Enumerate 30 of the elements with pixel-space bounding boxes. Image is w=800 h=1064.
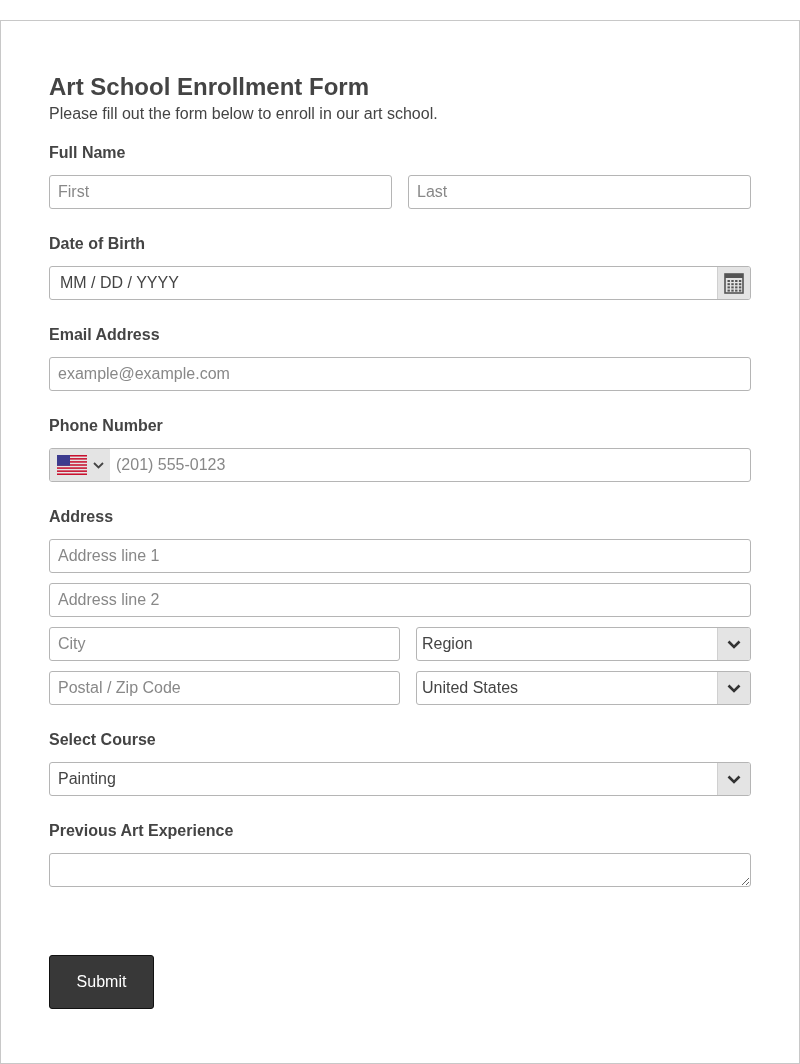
chevron-down-icon	[727, 774, 741, 784]
dropdown-value: Region	[421, 634, 474, 654]
field-label: Phone Number	[49, 416, 163, 436]
text-field[interactable]: Postal / Zip Code	[49, 671, 400, 705]
text-field[interactable]: First	[49, 175, 392, 209]
field-label: Previous Art Experience	[49, 821, 234, 841]
form-title: Art School Enrollment Form	[49, 73, 370, 101]
calendar-icon	[724, 272, 744, 294]
field-label: Address	[49, 507, 114, 527]
field-label: Full Name	[49, 143, 126, 163]
text-field[interactable]: Address line 1	[49, 539, 751, 573]
country-picker[interactable]	[50, 449, 110, 481]
chevron-down-icon	[727, 639, 741, 649]
field-label: Select Course	[49, 730, 156, 750]
dropdown[interactable]: Region	[416, 627, 751, 661]
field-label: Email Address	[49, 325, 160, 345]
field-label: Date of Birth	[49, 234, 145, 254]
submit-button[interactable]: Submit	[49, 955, 154, 1009]
chevron-down-icon	[92, 461, 104, 469]
form-description: Please fill out the form below to enroll in our art school.	[49, 104, 439, 124]
text-field[interactable]: Last	[408, 175, 751, 209]
dropdown[interactable]: United States	[416, 671, 751, 705]
text-field[interactable]: Address line 2	[49, 583, 751, 617]
dropdown-value: United States	[421, 678, 520, 698]
us-flag-icon	[56, 455, 87, 475]
chevron-down-icon	[727, 683, 741, 693]
dropdown[interactable]: Painting	[49, 762, 751, 796]
email-field[interactable]: example@example.com	[49, 357, 751, 391]
text-field[interactable]: City	[49, 627, 400, 661]
dropdown-value: Painting	[57, 769, 117, 789]
